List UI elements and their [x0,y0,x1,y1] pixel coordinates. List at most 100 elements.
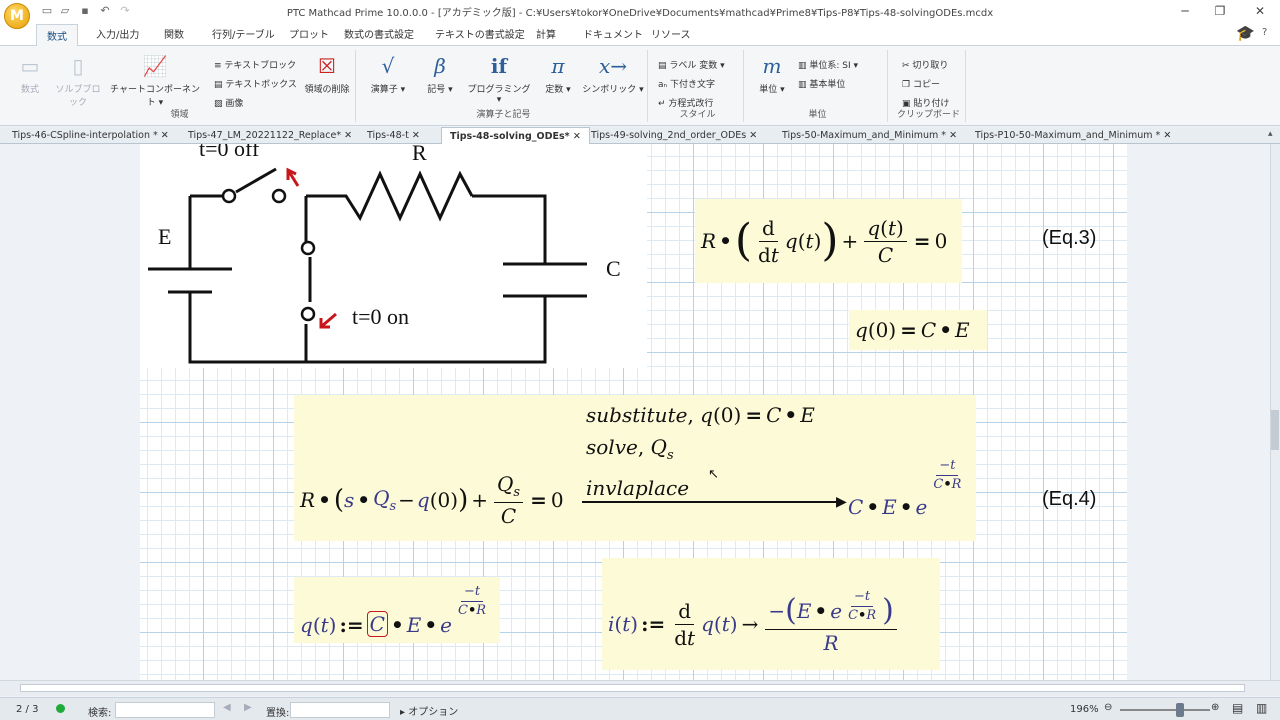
copy-icon: ❐ [902,80,913,90]
tab-calculation[interactable]: 計算 [536,26,556,41]
beta-icon: β [434,54,446,78]
text-box-button[interactable]: ▤ テキストボックス [214,77,297,90]
operators-group-label: 演算子と記号 [476,110,531,120]
draft-view-icon[interactable]: ▥ [1256,701,1267,715]
style-group: ▤ ラベル 変数 ▾ aₙ 下付き文字 ↵ 方程式改行 スタイル [652,50,744,122]
close-tab-icon[interactable]: ✕ [949,130,957,141]
solve-keyword: solve [586,435,638,459]
delete-region-button[interactable]: ☒ 領域の削除 [300,54,354,95]
tab-plots[interactable]: プロット [289,26,329,41]
symbols-button[interactable]: β 記号 ▾ [420,54,460,95]
math-region-eq3[interactable]: R • ( d dt q(t) ) + q(t) C = 0 [695,199,962,283]
programming-button[interactable]: if プログラミング ▾ [466,54,532,105]
tab-scroll-up-icon[interactable]: ▴ [1268,129,1273,139]
constants-button[interactable]: π 定数 ▾ [536,54,580,95]
zoom-in-icon[interactable]: ⊕ [1211,702,1219,713]
copy-button[interactable]: ❐ コピー [902,77,940,90]
close-tab-icon[interactable]: ✕ [412,130,420,141]
circuit-image[interactable]: t=0 off t=0 on R E C [140,144,647,368]
eq4-label: (Eq.4) [1042,488,1097,510]
tab-resources[interactable]: リソース [651,26,691,41]
region-group: ▭ 数式 ▯ ソルブブロック 📈 チャートコンポーネント ▾ ≡ テキストブロック ▤… [4,50,356,122]
clipboard-group: ✂ 切り取り ❐ コピー ▣ 貼り付け クリップボード [892,50,966,122]
close-tab-icon[interactable]: ✕ [573,131,581,142]
tab-input-output[interactable]: 入力/出力 [96,26,139,41]
mouse-cursor-icon: ↖ [708,467,719,482]
tab-functions[interactable]: 関数 [164,26,184,41]
worksheet-page[interactable]: t=0 off t=0 on R E C R • ( d dt q(t) ) + q… [140,144,1127,680]
search-input[interactable] [115,702,215,718]
help-icon[interactable]: ? [1262,27,1267,38]
tab-math-formatting[interactable]: 数式の書式設定 [344,26,414,41]
zoom-slider-thumb[interactable] [1176,703,1184,717]
solve-block-button[interactable]: ▯ ソルブブロック [52,54,104,108]
text-block-button[interactable]: ≡ テキストブロック [214,58,296,71]
math-region-i-definition[interactable]: i(t):= d dt q(t) → −(E • e −t C•R) R [602,558,940,670]
replace-label: 置換: [266,708,290,719]
restore-icon[interactable]: ❐ [1205,2,1235,20]
page-view-icon[interactable]: ▤ [1232,701,1243,715]
worksheet-area: t=0 off t=0 on R E C R • ( d dt q(t) ) + q… [0,144,1270,680]
vertical-scroll-thumb[interactable] [1271,410,1279,450]
close-tab-icon[interactable]: ✕ [161,130,169,141]
doc-tab[interactable]: Tips-47_LM_20221122_Replace* ✕ [188,130,352,141]
style-group-label: スタイル [679,110,716,120]
pi-icon: π [551,54,565,78]
chart-icon: 📈 [142,54,168,78]
search-prev-icon[interactable]: ◀ [223,702,231,713]
symbolic-arrow-line [582,501,844,503]
close-tab-icon[interactable]: ✕ [1163,130,1171,141]
math-region-eq4[interactable]: substitute, q(0) = C • E solve, Qs invlaplac… [294,395,976,541]
options-button[interactable]: ▸ オプション [400,703,458,718]
subscript-button[interactable]: aₙ 下付き文字 [658,77,715,90]
tab-text-formatting[interactable]: テキストの書式設定 [435,26,525,41]
zoom-slider[interactable] [1120,709,1210,711]
options-arrow-icon: ▸ [400,707,409,718]
units-group: m 単位 ▾ ▥ 単位系: SI ▾ ▥ 基本単位 単位 [748,50,888,122]
unit-system-icon: ▥ [798,61,810,71]
close-tab-icon[interactable]: ✕ [344,130,352,141]
mathcad-logo-icon[interactable]: M [4,3,30,29]
page-indicator: 2 / 3 [16,704,39,715]
close-tab-icon[interactable]: ✕ [749,130,757,141]
math-region-button[interactable]: ▭ 数式 [14,54,46,95]
doc-tab[interactable]: Tips-48-t ✕ [367,130,420,141]
editing-cursor-box[interactable]: C [366,611,388,637]
solve-block-icon: ▯ [72,54,84,78]
doc-tab[interactable]: Tips-P10-50-Maximum_and_Minimum * ✕ [975,130,1171,141]
doc-tab[interactable]: Tips-50-Maximum_and_Minimum * ✕ [782,130,957,141]
doc-tab[interactable]: Tips-49-solving_2nd_order_ODEs ✕ [591,130,757,141]
operators-button[interactable]: √ 演算子 ▾ [366,54,410,95]
tab-matrices-tables[interactable]: 行列/テーブル [212,26,275,41]
cut-button[interactable]: ✂ 切り取り [902,58,948,71]
math-region-icon: ▭ [20,54,40,78]
invlaplace-keyword: invlaplace [586,476,690,500]
label-variable-button[interactable]: ▤ ラベル 変数 ▾ [658,58,725,71]
doc-tab[interactable]: Tips-46-CSpline-interpolation * ✕ [12,130,169,141]
minimize-icon[interactable]: ─ [1170,2,1200,20]
math-region-initial-condition[interactable]: q(0) = C • E [849,310,987,350]
search-next-icon[interactable]: ▶ [244,702,252,713]
chart-component-button[interactable]: 📈 チャートコンポーネント ▾ [110,54,200,108]
scissors-icon: ✂ [902,61,913,71]
base-units-button[interactable]: ▥ 基本単位 [798,77,845,90]
doc-tab-active[interactable]: Tips-48-solving_ODEs* ✕ [441,127,590,144]
graduation-cap-icon[interactable]: 🎓 [1236,24,1255,42]
sqrt-icon: √ [381,54,395,78]
unit-system-select[interactable]: ▥ 単位系: SI ▾ [798,58,858,71]
math-region-q-definition[interactable]: q(t):= C • E • e −t C•R [294,577,500,643]
base-units-icon: ▥ [798,80,810,90]
zoom-out-icon[interactable]: ⊖ [1104,702,1112,713]
source-label: E [158,224,171,249]
delete-region-icon: ☒ [318,54,336,78]
calc-status-icon [56,704,65,713]
unit-m-icon: m [762,54,782,78]
replace-input[interactable] [290,702,390,718]
tab-document[interactable]: ドキュメント [583,26,643,41]
close-icon[interactable]: ✕ [1245,2,1275,20]
horizontal-scroll-thumb[interactable] [20,684,1245,692]
tab-math[interactable]: 数式 [36,24,78,47]
units-button[interactable]: m 単位 ▾ [752,54,792,95]
ribbon: ▭ 数式 ▯ ソルブブロック 📈 チャートコンポーネント ▾ ≡ テキストブロック ▤… [0,46,1280,126]
symbolic-button[interactable]: x→ シンボリック ▾ [582,54,644,95]
